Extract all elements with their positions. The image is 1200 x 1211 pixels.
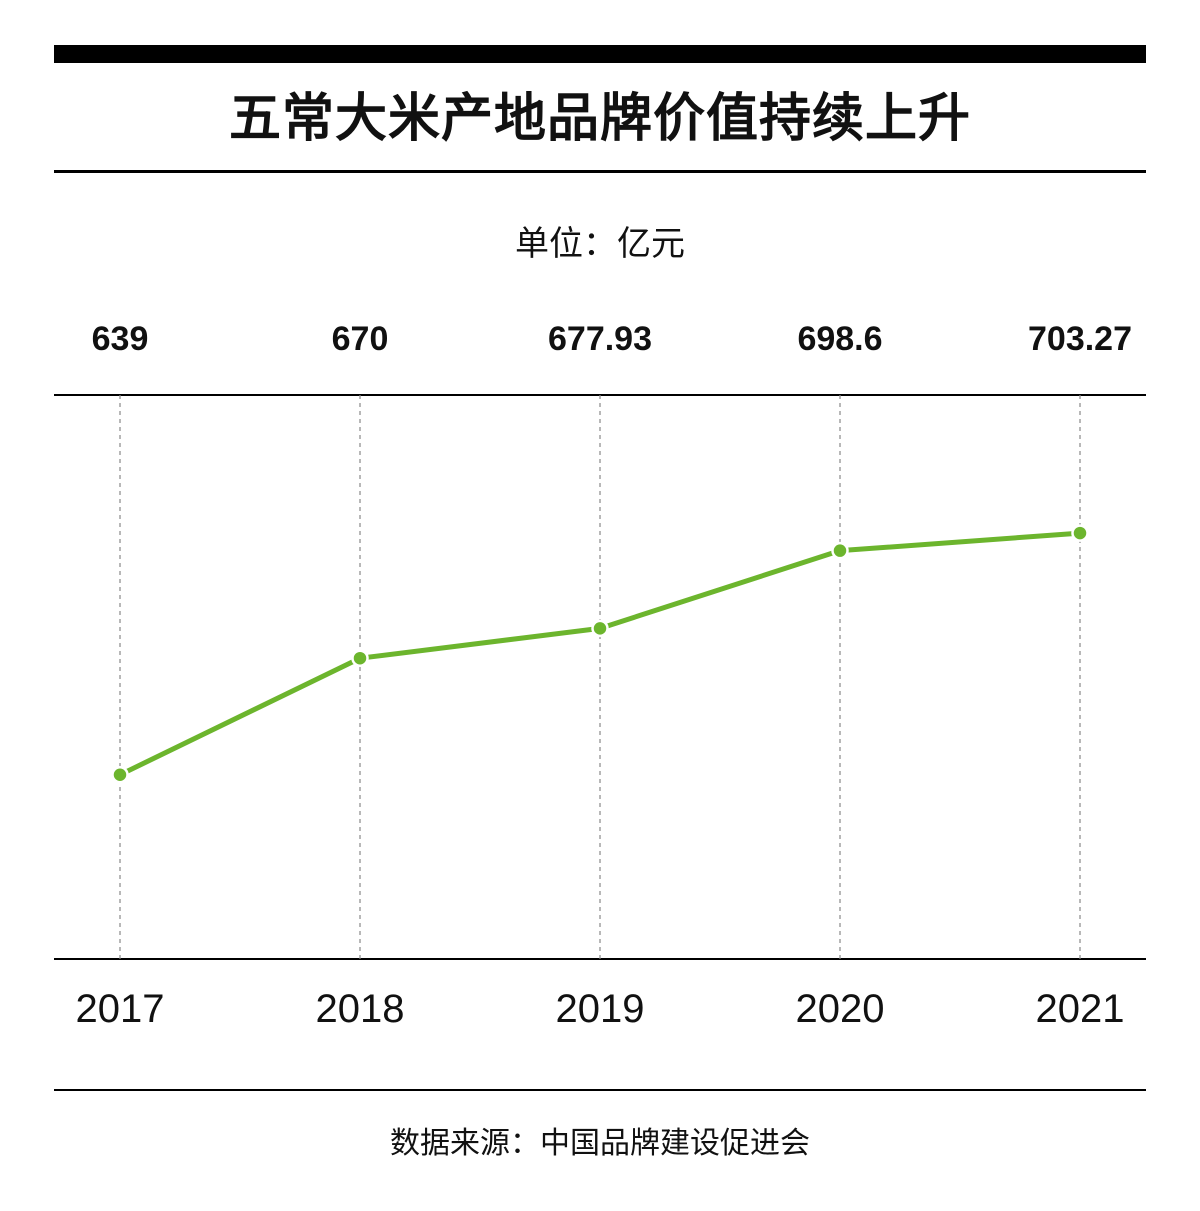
x-tick-2020: 2020 [796, 987, 885, 1031]
data-point-2021 [1071, 524, 1089, 542]
x-tick-2018: 2018 [316, 987, 405, 1031]
value-label-2020: 698.6 [797, 320, 882, 358]
value-label-2018: 670 [332, 320, 389, 358]
line-chart: 639 670 677.93 698.6 703.27 2017 2018 2019 2020… [54, 320, 1146, 1031]
source-rule [54, 1089, 1146, 1091]
value-label-2019: 677.93 [548, 320, 652, 358]
data-point-2017 [111, 766, 129, 784]
x-tick-2017: 2017 [76, 987, 165, 1031]
value-label-2021: 703.27 [1028, 320, 1132, 358]
value-label-2017: 639 [92, 320, 149, 358]
x-tick-labels: 2017 2018 2019 2020 2021 [76, 987, 1125, 1031]
x-tick-2019: 2019 [556, 987, 645, 1031]
source-note: 数据来源：中国品牌建设促进会 [390, 1126, 810, 1161]
value-labels: 639 670 677.93 698.6 703.27 [92, 320, 1132, 358]
data-point-2020 [831, 541, 849, 560]
gridlines [119, 395, 1081, 959]
x-tick-2021: 2021 [1036, 987, 1125, 1031]
data-point-2019 [591, 619, 609, 638]
data-point-2018 [351, 649, 369, 667]
